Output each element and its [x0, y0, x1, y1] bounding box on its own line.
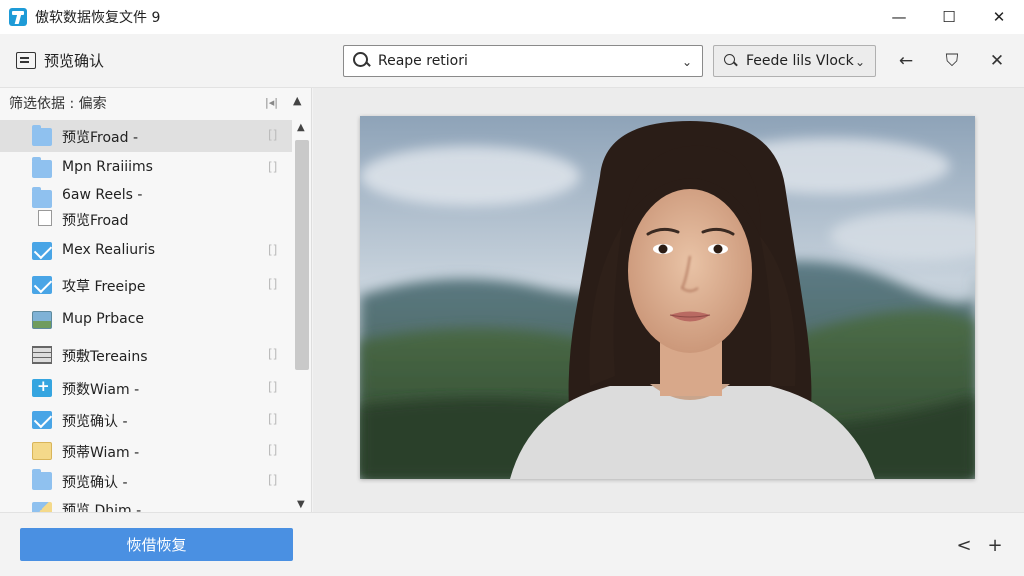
shield-icon: ⛉: [945, 51, 959, 71]
folder-icon: [32, 157, 52, 178]
file-name: 预览确认 -: [62, 414, 128, 430]
sort-up-icon[interactable]: ▲: [293, 94, 301, 107]
minimize-button[interactable]: —: [874, 0, 924, 34]
previous-button[interactable]: <: [954, 534, 974, 556]
mail-icon: [32, 411, 52, 429]
list-item[interactable]: Mex Realiuris []: [0, 234, 292, 268]
list-item[interactable]: 预敷Tereains []: [0, 338, 292, 372]
open-folder-icon: [32, 442, 52, 460]
minimize-icon: —: [891, 8, 907, 26]
file-list: 预览Froad - [] Mpn Rraiiims [] 6aw Reels -…: [0, 118, 292, 512]
close-window-button[interactable]: ✕: [974, 0, 1024, 34]
filter-search-icon: [722, 52, 740, 70]
file-tag: []: [268, 128, 278, 142]
filter-label: Feede lils Vlock: [746, 53, 854, 69]
file-name: 攻草 Freeipe: [62, 279, 146, 295]
close-icon: ✕: [992, 8, 1006, 26]
list-item[interactable]: 预览Froad - []: [0, 120, 292, 152]
file-tag: []: [268, 412, 278, 426]
arrow-left-icon: ←: [898, 51, 914, 71]
back-button[interactable]: ←: [893, 48, 919, 74]
close-preview-button[interactable]: ✕: [984, 48, 1010, 74]
shield-button[interactable]: ⛉: [939, 48, 965, 74]
file-tag: []: [268, 347, 278, 361]
file-name: 预敷Tereains: [62, 349, 148, 365]
multi-folder-icon: [32, 502, 52, 512]
portrait-photo: [360, 116, 975, 479]
bottom-bar: 恢借恢复 < +: [0, 512, 1024, 576]
file-tag: []: [268, 443, 278, 457]
plus-icon: +: [987, 534, 1003, 556]
image-icon: [32, 311, 52, 329]
maximize-icon: ☐: [942, 8, 956, 26]
list-item[interactable]: 攻草 Freeipe []: [0, 268, 292, 302]
folder-icon: [32, 469, 52, 490]
list-item[interactable]: 6aw Reels - 预览Froad: [0, 184, 292, 234]
search-box[interactable]: ⌄: [343, 45, 703, 77]
title-bar: 傲软数据恢复文件 9 — ☐ ✕: [0, 0, 1024, 34]
filter-dropdown[interactable]: Feede lils Vlock ⌄: [713, 45, 876, 77]
recover-button[interactable]: 恢借恢复: [20, 528, 293, 561]
file-tag: []: [268, 380, 278, 394]
window-controls: — ☐ ✕: [874, 0, 1024, 34]
scroll-thumb[interactable]: [295, 140, 309, 370]
file-name: Mex Realiuris: [62, 242, 156, 258]
chevron-left-icon: <: [956, 534, 972, 556]
filter-criteria-label: 筛选依据 : 偏索: [9, 96, 107, 112]
preview-list-icon: [16, 52, 36, 69]
box-icon: [32, 377, 52, 397]
file-tag: []: [268, 160, 278, 174]
filter-chevron-down-icon: ⌄: [854, 55, 865, 69]
maximize-button[interactable]: ☐: [924, 0, 974, 34]
search-input[interactable]: [378, 53, 668, 69]
file-name: Mpn Rraiiims: [62, 159, 153, 175]
list-item[interactable]: Mpn Rraiiims []: [0, 152, 292, 184]
file-name: 6aw Reels -: [62, 187, 143, 203]
file-tag: []: [268, 473, 278, 487]
list-item[interactable]: Mup Prbace: [0, 302, 292, 338]
file-tag: []: [268, 277, 278, 291]
file-name: Mup Prbace: [62, 311, 145, 327]
file-name: 预览Froad: [62, 213, 129, 229]
collapse-icon[interactable]: |◂|: [265, 96, 278, 109]
file-name: 预览Froad -: [62, 130, 139, 146]
toolbar: 预览确认 ⌄ Feede lils Vlock ⌄ ← ⛉ ✕: [0, 34, 1024, 88]
scroll-down-icon[interactable]: ▼: [297, 499, 305, 510]
add-button[interactable]: +: [985, 534, 1005, 556]
file-name: 预蒂Wiam -: [62, 445, 140, 461]
preview-mode[interactable]: 预览确认: [16, 50, 104, 71]
grid-icon: [32, 346, 52, 364]
document-icon: [38, 210, 52, 226]
preview-label: 预览确认: [44, 52, 105, 70]
folder-icon: [32, 187, 52, 208]
app-logo-icon: [9, 8, 27, 26]
file-name: 预数Wiam -: [62, 382, 140, 398]
search-dropdown-chevron-icon[interactable]: ⌄: [682, 55, 692, 69]
preview-pane: [313, 88, 1024, 512]
list-item[interactable]: 预览 Dhim -: [0, 496, 292, 512]
portrait-image: [360, 116, 975, 479]
file-sidebar: 筛选依据 : 偏索 |◂| ▲ 预览Froad - [] Mpn Rraiiim…: [0, 88, 312, 512]
window-title: 傲软数据恢复文件 9: [35, 10, 161, 26]
mail-icon: [32, 242, 52, 260]
file-name: 预览 Dhim -: [62, 503, 142, 512]
sidebar-scrollbar[interactable]: ▲ ▼: [292, 118, 312, 512]
list-item[interactable]: 预览确认 - []: [0, 404, 292, 436]
list-item[interactable]: 预览确认 - []: [0, 466, 292, 496]
mail-icon: [32, 276, 52, 294]
folder-icon: [32, 125, 52, 146]
search-icon: [352, 51, 372, 71]
close-icon: ✕: [989, 51, 1005, 71]
sidebar-header: 筛选依据 : 偏索 |◂| ▲: [0, 88, 312, 118]
file-tag: []: [268, 243, 278, 257]
list-item[interactable]: 预数Wiam - []: [0, 372, 292, 404]
list-item[interactable]: 预蒂Wiam - []: [0, 436, 292, 466]
scroll-up-icon[interactable]: ▲: [297, 122, 305, 133]
file-name: 预览确认 -: [62, 475, 128, 491]
